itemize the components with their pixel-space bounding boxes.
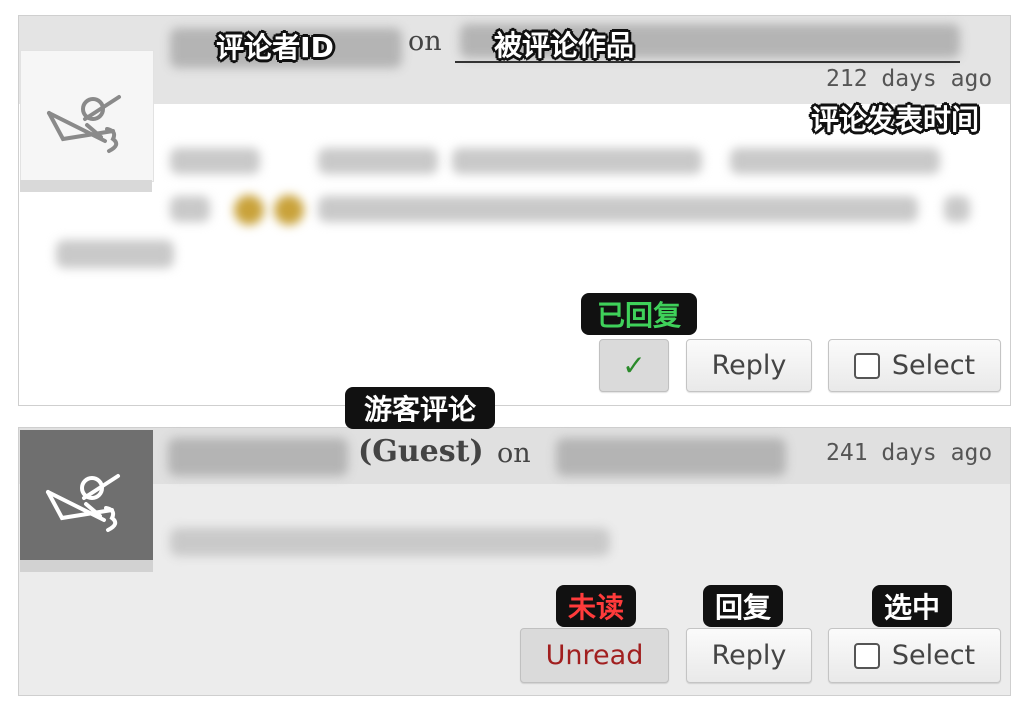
annotation-replied: 已回复 bbox=[581, 293, 697, 335]
unread-button[interactable]: Unread bbox=[520, 628, 669, 683]
avatar-shadow bbox=[20, 180, 152, 192]
on-label: on bbox=[497, 438, 531, 469]
avatar-shadow bbox=[20, 560, 153, 572]
comment-text-blurred bbox=[318, 196, 918, 222]
reply-button[interactable]: Reply bbox=[686, 628, 812, 683]
annotation-reply: 回复 bbox=[703, 585, 783, 627]
reply-label: Reply bbox=[711, 350, 787, 381]
avatar[interactable] bbox=[20, 430, 153, 560]
comment-text-blurred bbox=[170, 148, 260, 174]
emoji-icon bbox=[274, 195, 304, 225]
annotation-commented-work: 被评论作品 bbox=[476, 24, 652, 64]
annotation-commenter-id: 评论者ID bbox=[204, 26, 346, 66]
on-label: on bbox=[408, 26, 442, 57]
checkbox-icon bbox=[853, 642, 880, 669]
reply-label: Reply bbox=[711, 640, 787, 671]
comment-text-blurred bbox=[170, 528, 610, 556]
select-button[interactable]: Select bbox=[828, 628, 1001, 683]
comment-text-blurred bbox=[56, 240, 174, 268]
comment-text-blurred bbox=[318, 148, 438, 174]
unread-label: Unread bbox=[545, 640, 644, 671]
annotation-reply-text: 回复 bbox=[714, 591, 771, 624]
annotation-select: 选中 bbox=[872, 585, 952, 627]
select-label: Select bbox=[891, 640, 976, 671]
avatar-spacer bbox=[20, 192, 172, 232]
replied-button[interactable]: ✓ bbox=[599, 339, 669, 392]
reply-button[interactable]: Reply bbox=[686, 339, 812, 392]
annotation-replied-text: 已回复 bbox=[596, 299, 681, 332]
default-avatar-icon bbox=[46, 474, 120, 532]
comment-time: 241 days ago bbox=[826, 440, 993, 466]
check-icon: ✓ bbox=[622, 349, 646, 382]
comment-text-blurred bbox=[944, 196, 970, 222]
commented-work-blurred[interactable] bbox=[556, 438, 786, 476]
emoji-icon bbox=[234, 195, 264, 225]
annotation-comment-time: 评论发表时间 bbox=[790, 96, 1000, 140]
comment-text-blurred bbox=[170, 196, 210, 222]
comment-text-blurred bbox=[452, 148, 702, 174]
comment-time: 212 days ago bbox=[826, 66, 993, 92]
guest-name-blurred[interactable] bbox=[168, 438, 348, 476]
annotation-comment-time-text: 评论发表时间 bbox=[810, 103, 979, 136]
select-button[interactable]: Select bbox=[828, 339, 1001, 392]
annotation-guest-comment: 游客评论 bbox=[345, 387, 495, 429]
annotation-commenter-id-text: 评论者ID bbox=[216, 31, 334, 64]
comment-text-blurred bbox=[730, 148, 940, 174]
default-avatar-icon bbox=[47, 95, 121, 153]
annotation-unread: 未读 bbox=[556, 585, 636, 627]
annotation-commented-work-text: 被评论作品 bbox=[493, 29, 634, 62]
avatar[interactable] bbox=[20, 50, 154, 182]
checkbox-icon bbox=[853, 352, 880, 379]
annotation-select-text: 选中 bbox=[883, 591, 940, 624]
select-label: Select bbox=[891, 350, 976, 381]
guest-label: (Guest) bbox=[358, 434, 484, 469]
annotation-unread-text: 未读 bbox=[567, 591, 624, 624]
annotation-guest-comment-text: 游客评论 bbox=[363, 393, 476, 426]
